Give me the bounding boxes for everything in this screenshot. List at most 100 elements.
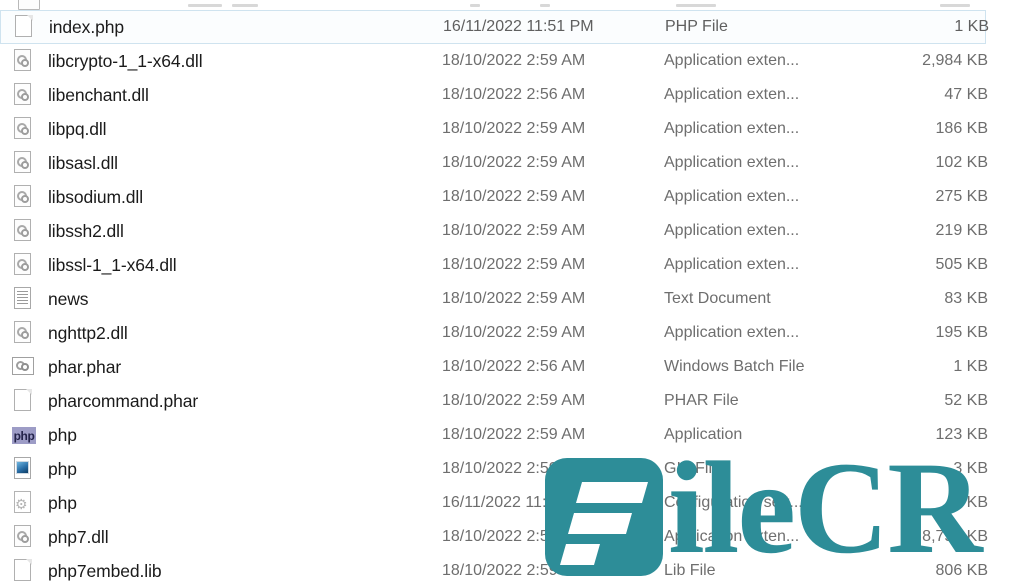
file-date-modified: 18/10/2022 2:56 AM [442, 86, 586, 103]
file-date-modified: 18/10/2022 2:56 AM [442, 358, 586, 375]
file-date-modified: 18/10/2022 2:59 AM [442, 460, 586, 477]
file-size: 195 KB [935, 324, 988, 341]
dll-icon [12, 252, 34, 278]
partial-text [676, 4, 716, 7]
file-date-modified: 16/11/2022 11:51 PM [443, 18, 594, 35]
gif-image-icon [12, 456, 34, 482]
file-icon-cell [12, 354, 48, 380]
file-size: 52 KB [944, 392, 988, 409]
file-icon-cell [12, 252, 48, 278]
file-date-modified: 18/10/2022 2:59 AM [442, 426, 586, 443]
file-name: php [48, 458, 77, 479]
file-date-modified: 18/10/2022 2:59 AM [442, 52, 586, 69]
file-icon-cell [13, 14, 49, 40]
file-row[interactable]: libpq.dll 18/10/2022 2:59 AM Application e… [0, 112, 1024, 146]
file-icon-cell [12, 116, 48, 142]
file-type: Application exten... [664, 256, 800, 273]
file-size: 505 KB [935, 256, 988, 273]
file-size: 275 KB [935, 188, 988, 205]
dll-icon [12, 218, 34, 244]
file-date-modified: 18/10/2022 2:59 AM [442, 256, 586, 273]
file-row[interactable]: news 18/10/2022 2:59 AM Text Document 83 KB [0, 282, 1024, 316]
file-type: Application [664, 426, 743, 443]
partial-text [940, 4, 970, 7]
page-icon [13, 14, 35, 40]
file-size: 3 KB [953, 460, 988, 477]
file-size: 2,984 KB [922, 52, 988, 69]
file-type: Application exten... [664, 324, 800, 341]
dll-icon [12, 184, 34, 210]
file-name: nghttp2.dll [48, 322, 128, 343]
file-row[interactable]: php 18/10/2022 2:59 AM GIF File 3 KB [0, 452, 1024, 486]
file-date-modified: 18/10/2022 2:59 AM [442, 222, 586, 239]
file-icon-cell [12, 218, 48, 244]
file-row[interactable]: php7embed.lib 18/10/2022 2:59 AM Lib File 8… [0, 554, 1024, 588]
file-row[interactable]: php php 18/10/2022 2:59 AM Application 123 K… [0, 418, 1024, 452]
file-type: Application exten... [664, 86, 800, 103]
file-size: 219 KB [935, 222, 988, 239]
file-type: PHP File [665, 18, 728, 35]
file-date-modified: 16/11/2022 11:51 PM [442, 494, 593, 511]
partial-text [188, 4, 222, 7]
dll-icon [12, 150, 34, 176]
dll-icon [12, 524, 34, 550]
dll-icon [12, 116, 34, 142]
file-row[interactable]: ⚙ php 16/11/2022 11:51 PM Configuration set… [0, 486, 1024, 520]
file-icon-cell: ⚙ [12, 490, 48, 516]
file-type: PHAR File [664, 392, 739, 409]
file-type: Application exten... [664, 154, 800, 171]
file-name: libcrypto-1_1-x64.dll [48, 50, 203, 71]
file-icon-cell [12, 558, 48, 584]
file-name: php7.dll [48, 526, 109, 547]
file-date-modified: 18/10/2022 2:59 AM [442, 392, 586, 409]
file-size: 1 KB [953, 358, 988, 375]
page-icon [12, 388, 34, 414]
page-icon [18, 0, 40, 10]
file-date-modified: 18/10/2022 2:59 AM [442, 562, 586, 579]
file-name: pharcommand.phar [48, 390, 199, 411]
file-date-modified: 18/10/2022 2:59 AM [442, 290, 586, 307]
file-row[interactable]: phar.phar 18/10/2022 2:56 AM Windows Batch… [0, 350, 1024, 384]
file-name: news [48, 288, 89, 309]
file-date-modified: 18/10/2022 2:59 AM [442, 120, 586, 137]
file-type: Application exten... [664, 188, 800, 205]
configuration-settings-icon: ⚙ [12, 490, 34, 516]
file-row[interactable]: libenchant.dll 18/10/2022 2:56 AM Applicat… [0, 78, 1024, 112]
file-type: Application exten... [664, 120, 800, 137]
file-row[interactable]: libsodium.dll 18/10/2022 2:59 AM Applicati… [0, 180, 1024, 214]
file-row[interactable]: libssl-1_1-x64.dll 18/10/2022 2:59 AM Appl… [0, 248, 1024, 282]
file-size: 7 KB [953, 494, 988, 511]
php-application-icon: php [12, 427, 36, 444]
file-row[interactable]: nghttp2.dll 18/10/2022 2:59 AM Application… [0, 316, 1024, 350]
batch-file-icon [12, 354, 34, 380]
file-row[interactable]: libsasl.dll 18/10/2022 2:59 AM Application… [0, 146, 1024, 180]
file-list[interactable]: index.php 16/11/2022 11:51 PM PHP File 1 KB… [0, 0, 1024, 581]
file-row[interactable]: libcrypto-1_1-x64.dll 18/10/2022 2:59 AM A… [0, 44, 1024, 78]
file-type: Text Document [664, 290, 771, 307]
partial-text [470, 4, 480, 7]
file-size: 102 KB [935, 154, 988, 171]
file-row[interactable]: index.php 16/11/2022 11:51 PM PHP File 1 KB [0, 10, 989, 44]
file-name: index.php [49, 16, 124, 37]
file-date-modified: 18/10/2022 2:59 AM [442, 324, 586, 341]
partial-text [540, 4, 550, 7]
file-row[interactable]: libssh2.dll 18/10/2022 2:59 AM Application… [0, 214, 1024, 248]
file-row[interactable]: php7.dll 18/10/2022 2:59 AM Application ex… [0, 520, 1024, 554]
file-icon-cell [12, 150, 48, 176]
file-name: phar.phar [48, 356, 122, 377]
file-name: libssl-1_1-x64.dll [48, 254, 177, 275]
file-name: libsodium.dll [48, 186, 143, 207]
file-type: Application exten... [664, 222, 800, 239]
file-icon-cell [12, 286, 48, 312]
file-size: 8,755 KB [922, 528, 988, 545]
file-size: 186 KB [935, 120, 988, 137]
file-row[interactable]: pharcommand.phar 18/10/2022 2:59 AM PHAR F… [0, 384, 1024, 418]
file-icon-cell [12, 388, 48, 414]
file-name: php [48, 424, 77, 445]
file-date-modified: 18/10/2022 2:59 AM [442, 528, 586, 545]
text-document-icon [12, 286, 34, 312]
file-type: Application exten... [664, 52, 800, 69]
file-type: Lib File [664, 562, 716, 579]
file-size: 83 KB [944, 290, 988, 307]
dll-icon [12, 320, 34, 346]
